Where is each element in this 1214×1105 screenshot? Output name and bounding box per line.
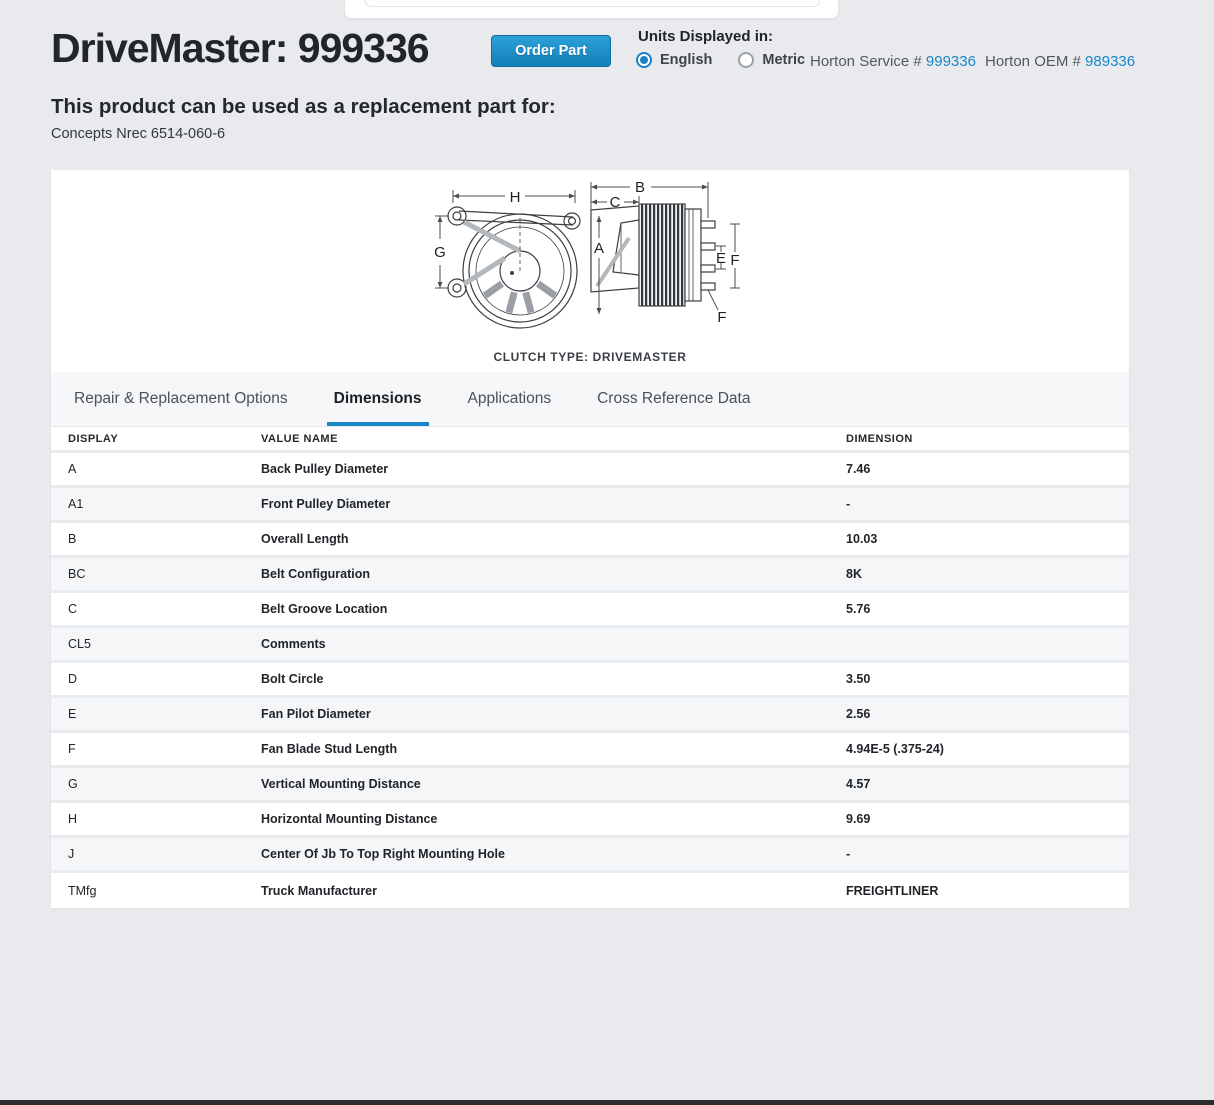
cell-display: TMfg xyxy=(68,884,261,898)
table-row: H Horizontal Mounting Distance 9.69 xyxy=(51,803,1129,838)
horton-oem-value-link[interactable]: 989336 xyxy=(1085,53,1135,70)
cell-dimension: 2.56 xyxy=(846,707,1112,721)
cell-value-name: Truck Manufacturer xyxy=(261,884,846,898)
cell-display: F xyxy=(68,742,261,756)
radio-unselected-icon[interactable] xyxy=(738,52,754,68)
footer-bar xyxy=(0,1100,1214,1105)
cell-dimension: 4.57 xyxy=(846,777,1112,791)
cell-dimension: 7.46 xyxy=(846,462,1112,476)
cell-value-name: Horizontal Mounting Distance xyxy=(261,812,846,826)
cell-dimension: 3.50 xyxy=(846,672,1112,686)
diagram-section: H G B C A E F F CLUTCH TYPE: DRIVEMASTER xyxy=(51,170,1129,372)
cell-display: CL5 xyxy=(68,637,261,651)
col-header-dimension: DIMENSION xyxy=(846,433,1112,445)
table-row: CL5 Comments xyxy=(51,628,1129,663)
label-g: G xyxy=(434,244,446,261)
page-header: DriveMaster: 999336 Order Part Units Dis… xyxy=(0,0,1214,170)
tab-bar: Repair & Replacement Options Dimensions … xyxy=(51,372,1129,427)
cell-value-name: Fan Blade Stud Length xyxy=(261,742,846,756)
cell-display: G xyxy=(68,777,261,791)
tab-cross-reference-data[interactable]: Cross Reference Data xyxy=(597,372,750,426)
cell-dimension: 10.03 xyxy=(846,532,1112,546)
cell-dimension: 8K xyxy=(846,567,1112,581)
table-row: BC Belt Configuration 8K xyxy=(51,558,1129,593)
cell-value-name: Front Pulley Diameter xyxy=(261,497,846,511)
col-header-value-name: VALUE NAME xyxy=(261,433,846,445)
side-view xyxy=(591,204,715,306)
tab-dimensions[interactable]: Dimensions xyxy=(334,372,422,426)
table-row: F Fan Blade Stud Length 4.94E-5 (.375-24… xyxy=(51,733,1129,768)
table-row: J Center Of Jb To Top Right Mounting Hol… xyxy=(51,838,1129,873)
cell-display: C xyxy=(68,602,261,616)
cell-display: J xyxy=(68,847,261,861)
cell-value-name: Overall Length xyxy=(261,532,846,546)
horton-service-value-link[interactable]: 999336 xyxy=(926,53,976,70)
label-f-bottom: F xyxy=(717,309,726,326)
table-row: C Belt Groove Location 5.76 xyxy=(51,593,1129,628)
table-row: E Fan Pilot Diameter 2.56 xyxy=(51,698,1129,733)
search-box-remnant[interactable] xyxy=(345,0,838,18)
radio-selected-icon[interactable] xyxy=(636,52,652,68)
horton-oem-label: Horton OEM # xyxy=(985,53,1085,70)
cell-value-name: Belt Groove Location xyxy=(261,602,846,616)
horton-service-number: Horton Service # 999336 xyxy=(810,53,976,70)
replacement-item: Concepts Nrec 6514-060-6 xyxy=(51,126,225,142)
radio-metric-label: Metric xyxy=(762,52,805,68)
radio-metric[interactable]: Metric xyxy=(738,52,805,68)
table-row: B Overall Length 10.03 xyxy=(51,523,1129,558)
table-row: D Bolt Circle 3.50 xyxy=(51,663,1129,698)
cell-value-name: Center Of Jb To Top Right Mounting Hole xyxy=(261,847,846,861)
page-title: DriveMaster: 999336 xyxy=(51,25,429,72)
order-part-button[interactable]: Order Part xyxy=(491,35,611,67)
table-header-row: DISPLAY VALUE NAME DIMENSION xyxy=(51,427,1129,453)
cell-value-name: Bolt Circle xyxy=(261,672,846,686)
label-e: E xyxy=(716,250,726,267)
label-f-right: F xyxy=(730,252,739,269)
label-b: B xyxy=(635,179,645,196)
cell-dimension: - xyxy=(846,497,1112,511)
radio-english[interactable]: English xyxy=(636,52,712,68)
cell-value-name: Comments xyxy=(261,637,846,651)
label-c: C xyxy=(610,194,621,211)
table-row: TMfg Truck Manufacturer FREIGHTLINER xyxy=(51,873,1129,908)
table-row: A1 Front Pulley Diameter - xyxy=(51,488,1129,523)
cell-value-name: Vertical Mounting Distance xyxy=(261,777,846,791)
product-card: H G B C A E F F CLUTCH TYPE: DRIVEMASTER… xyxy=(51,170,1129,908)
cell-display: A1 xyxy=(68,497,261,511)
cell-value-name: Belt Configuration xyxy=(261,567,846,581)
table-row: A Back Pulley Diameter 7.46 xyxy=(51,453,1129,488)
units-radio-group: English Metric xyxy=(636,52,805,68)
cell-display: A xyxy=(68,462,261,476)
cell-display: H xyxy=(68,812,261,826)
cell-display: D xyxy=(68,672,261,686)
cell-display: BC xyxy=(68,567,261,581)
horton-oem-number: Horton OEM # 989336 xyxy=(985,53,1135,70)
cell-dimension: - xyxy=(846,847,1112,861)
tab-repair-replacement-options[interactable]: Repair & Replacement Options xyxy=(74,372,288,426)
cell-value-name: Fan Pilot Diameter xyxy=(261,707,846,721)
clutch-diagram: H G B C A E F F xyxy=(425,176,755,336)
col-header-display: DISPLAY xyxy=(68,433,261,445)
cell-dimension: 4.94E-5 (.375-24) xyxy=(846,742,1112,756)
tab-applications[interactable]: Applications xyxy=(468,372,552,426)
replacement-heading: This product can be used as a replacemen… xyxy=(51,95,556,119)
horton-service-label: Horton Service # xyxy=(810,53,926,70)
label-a: A xyxy=(594,240,604,257)
clutch-type-caption: CLUTCH TYPE: DRIVEMASTER xyxy=(51,350,1129,364)
table-row: G Vertical Mounting Distance 4.57 xyxy=(51,768,1129,803)
cell-dimension: 5.76 xyxy=(846,602,1112,616)
search-input[interactable] xyxy=(365,0,820,7)
cell-value-name: Back Pulley Diameter xyxy=(261,462,846,476)
cell-display: B xyxy=(68,532,261,546)
units-displayed-label: Units Displayed in: xyxy=(638,28,773,45)
cell-display: E xyxy=(68,707,261,721)
front-view xyxy=(448,207,580,328)
cell-dimension: FREIGHTLINER xyxy=(846,884,1112,898)
cell-dimension: 9.69 xyxy=(846,812,1112,826)
label-h: H xyxy=(510,189,521,206)
radio-english-label: English xyxy=(660,52,712,68)
